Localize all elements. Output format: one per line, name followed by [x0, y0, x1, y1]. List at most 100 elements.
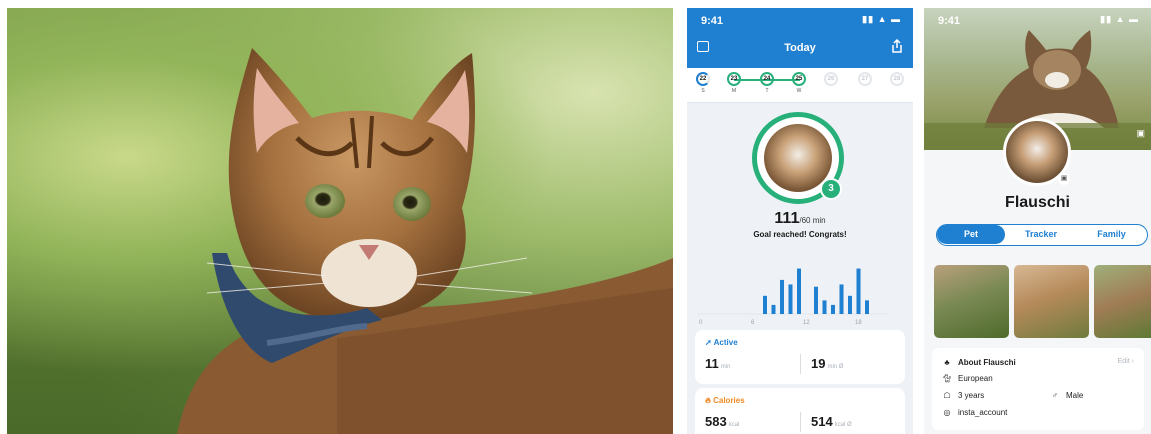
active-average-unit: min Ø — [827, 364, 844, 370]
run-icon: ➚ — [705, 338, 712, 347]
breed-row: 🐈︎ European — [942, 374, 993, 383]
calories-average: 514 kcal Ø — [811, 414, 852, 429]
minutes-goal: /60 min — [799, 216, 826, 225]
chart-bar — [814, 286, 818, 314]
tab-family[interactable]: Family — [1077, 225, 1146, 244]
chart-bar — [865, 300, 869, 314]
calories-title: Calories — [713, 396, 745, 405]
day-progress-ring: 28 — [890, 72, 904, 86]
chart-bar — [763, 295, 767, 314]
about-card: ♣ About Flauschi Edit › 🐈︎ European ☖ 3 yea… — [932, 348, 1144, 430]
paw-icon: ♣ — [944, 358, 950, 367]
activity-bar-chart: 0 6 12 18 — [697, 268, 889, 326]
profile-tabs: Pet Tracker Family — [936, 224, 1148, 246]
profile-screen: ▣ 9:41 ▮▮ ▲ ▬ ▣ Flauschi Pet Tracker Fam… — [924, 8, 1151, 434]
about-heading: ♣ About Flauschi — [942, 358, 1016, 367]
today-screen: 9:41 ▮▮ ▲ ▬ Today 22 S 23 M 24 T 25 W 26 27 28 3 1… — [687, 8, 913, 434]
cake-icon: ☖ — [943, 391, 951, 400]
day-23[interactable]: 23 M — [726, 72, 742, 94]
active-card[interactable]: ➚ Active 11 min 19 min Ø — [695, 330, 905, 384]
calories-average-value: 514 — [811, 414, 833, 429]
status-icons: ▮▮ ▲ ▬ — [862, 14, 901, 24]
avatar-camera-icon[interactable]: ▣ — [1058, 173, 1070, 185]
day-22[interactable]: 22 S — [695, 72, 711, 94]
day-28[interactable]: 28 — [889, 72, 905, 88]
active-today-unit: min — [720, 364, 731, 370]
age-value: 3 years — [958, 391, 985, 400]
instagram-row: ◎ insta_account — [942, 408, 1008, 417]
day-progress-ring: 22 — [696, 72, 710, 86]
edit-link[interactable]: Edit › — [1118, 358, 1134, 365]
day-25[interactable]: 25 W — [791, 72, 807, 94]
tab-pet[interactable]: Pet — [937, 225, 1005, 244]
chart-bar — [788, 284, 793, 314]
pet-name: Flauschi — [1005, 194, 1070, 211]
gallery-photo[interactable] — [1094, 265, 1151, 338]
day-26[interactable]: 26 — [823, 72, 839, 88]
x-tick-label: 0 — [699, 320, 703, 326]
cat-photo — [7, 8, 673, 434]
instagram-value: insta_account — [958, 408, 1008, 417]
active-card-title: ➚ Active — [705, 338, 738, 347]
gallery-photo[interactable] — [1014, 265, 1089, 338]
day-progress-ring: 24 — [760, 72, 774, 86]
minutes-summary: 111/60 min — [687, 210, 913, 228]
x-tick-label: 18 — [855, 320, 862, 326]
day-24[interactable]: 24 T — [759, 72, 775, 94]
cat-icon: 🐈︎ — [942, 374, 953, 383]
chart-bar — [771, 304, 776, 314]
active-average-value: 19 — [811, 356, 826, 371]
streak-badge: 3 — [820, 178, 842, 200]
breed-value: European — [958, 374, 993, 383]
day-letter: M — [731, 88, 737, 94]
status-time: 9:41 — [701, 15, 724, 27]
calories-average-unit: kcal Ø — [834, 422, 852, 428]
chart-bar — [822, 300, 827, 314]
day-progress-ring: 25 — [792, 72, 806, 86]
day-progress-ring: 26 — [824, 72, 838, 86]
status-time: 9:41 — [938, 15, 961, 27]
card-divider — [800, 354, 801, 374]
calories-today-unit: kcal — [728, 422, 740, 428]
cat-illustration — [177, 48, 673, 434]
sex-value: Male — [1066, 391, 1084, 400]
page-title: Today — [784, 42, 816, 54]
day-27[interactable]: 27 — [857, 72, 873, 88]
edit-label: Edit — [1117, 358, 1130, 365]
calories-card[interactable]: 🔥︎ Calories 583 kcal 514 kcal Ø — [695, 388, 905, 434]
day-letter: S — [701, 88, 705, 94]
week-day-strip: 22 S 23 M 24 T 25 W 26 27 28 — [687, 68, 913, 103]
x-tick-label: 6 — [751, 320, 755, 326]
camera-icon[interactable]: ▣ — [1136, 128, 1145, 139]
status-icons: ▮▮ ▲ ▬ — [1100, 14, 1139, 24]
chart-bar — [848, 295, 852, 314]
instagram-icon: ◎ — [943, 408, 951, 417]
active-today: 11 min — [705, 356, 730, 371]
card-divider — [800, 412, 801, 432]
status-bar: 9:41 ▮▮ ▲ ▬ — [924, 8, 1151, 30]
calories-today: 583 kcal — [705, 414, 739, 429]
chart-bar — [797, 268, 801, 314]
gallery-photo[interactable] — [934, 265, 1009, 338]
day-progress-ring: 27 — [858, 72, 872, 86]
active-title: Active — [713, 338, 738, 347]
about-title: About Flauschi — [958, 358, 1016, 367]
flame-icon: 🔥︎ — [705, 396, 711, 405]
chevron-right-icon: › — [1131, 358, 1134, 365]
chart-bar — [780, 279, 784, 314]
age-row: ☖ 3 years — [942, 391, 984, 400]
goal-message: Goal reached! Congrats! — [753, 230, 847, 239]
share-icon[interactable] — [891, 39, 903, 53]
minutes-value: 111 — [774, 210, 800, 227]
chart-bar — [839, 284, 844, 314]
day-progress-ring: 23 — [727, 72, 741, 86]
chart-bar — [831, 304, 835, 314]
active-average: 19 min Ø — [811, 356, 843, 371]
calories-card-title: 🔥︎ Calories — [705, 396, 745, 406]
calories-today-value: 583 — [705, 414, 727, 429]
sex-row: ♂ Male — [1050, 391, 1083, 400]
status-bar: 9:41 ▮▮ ▲ ▬ — [687, 8, 913, 30]
active-today-value: 11 — [705, 356, 719, 371]
day-letter: W — [796, 88, 802, 94]
tab-tracker[interactable]: Tracker — [1005, 225, 1077, 244]
